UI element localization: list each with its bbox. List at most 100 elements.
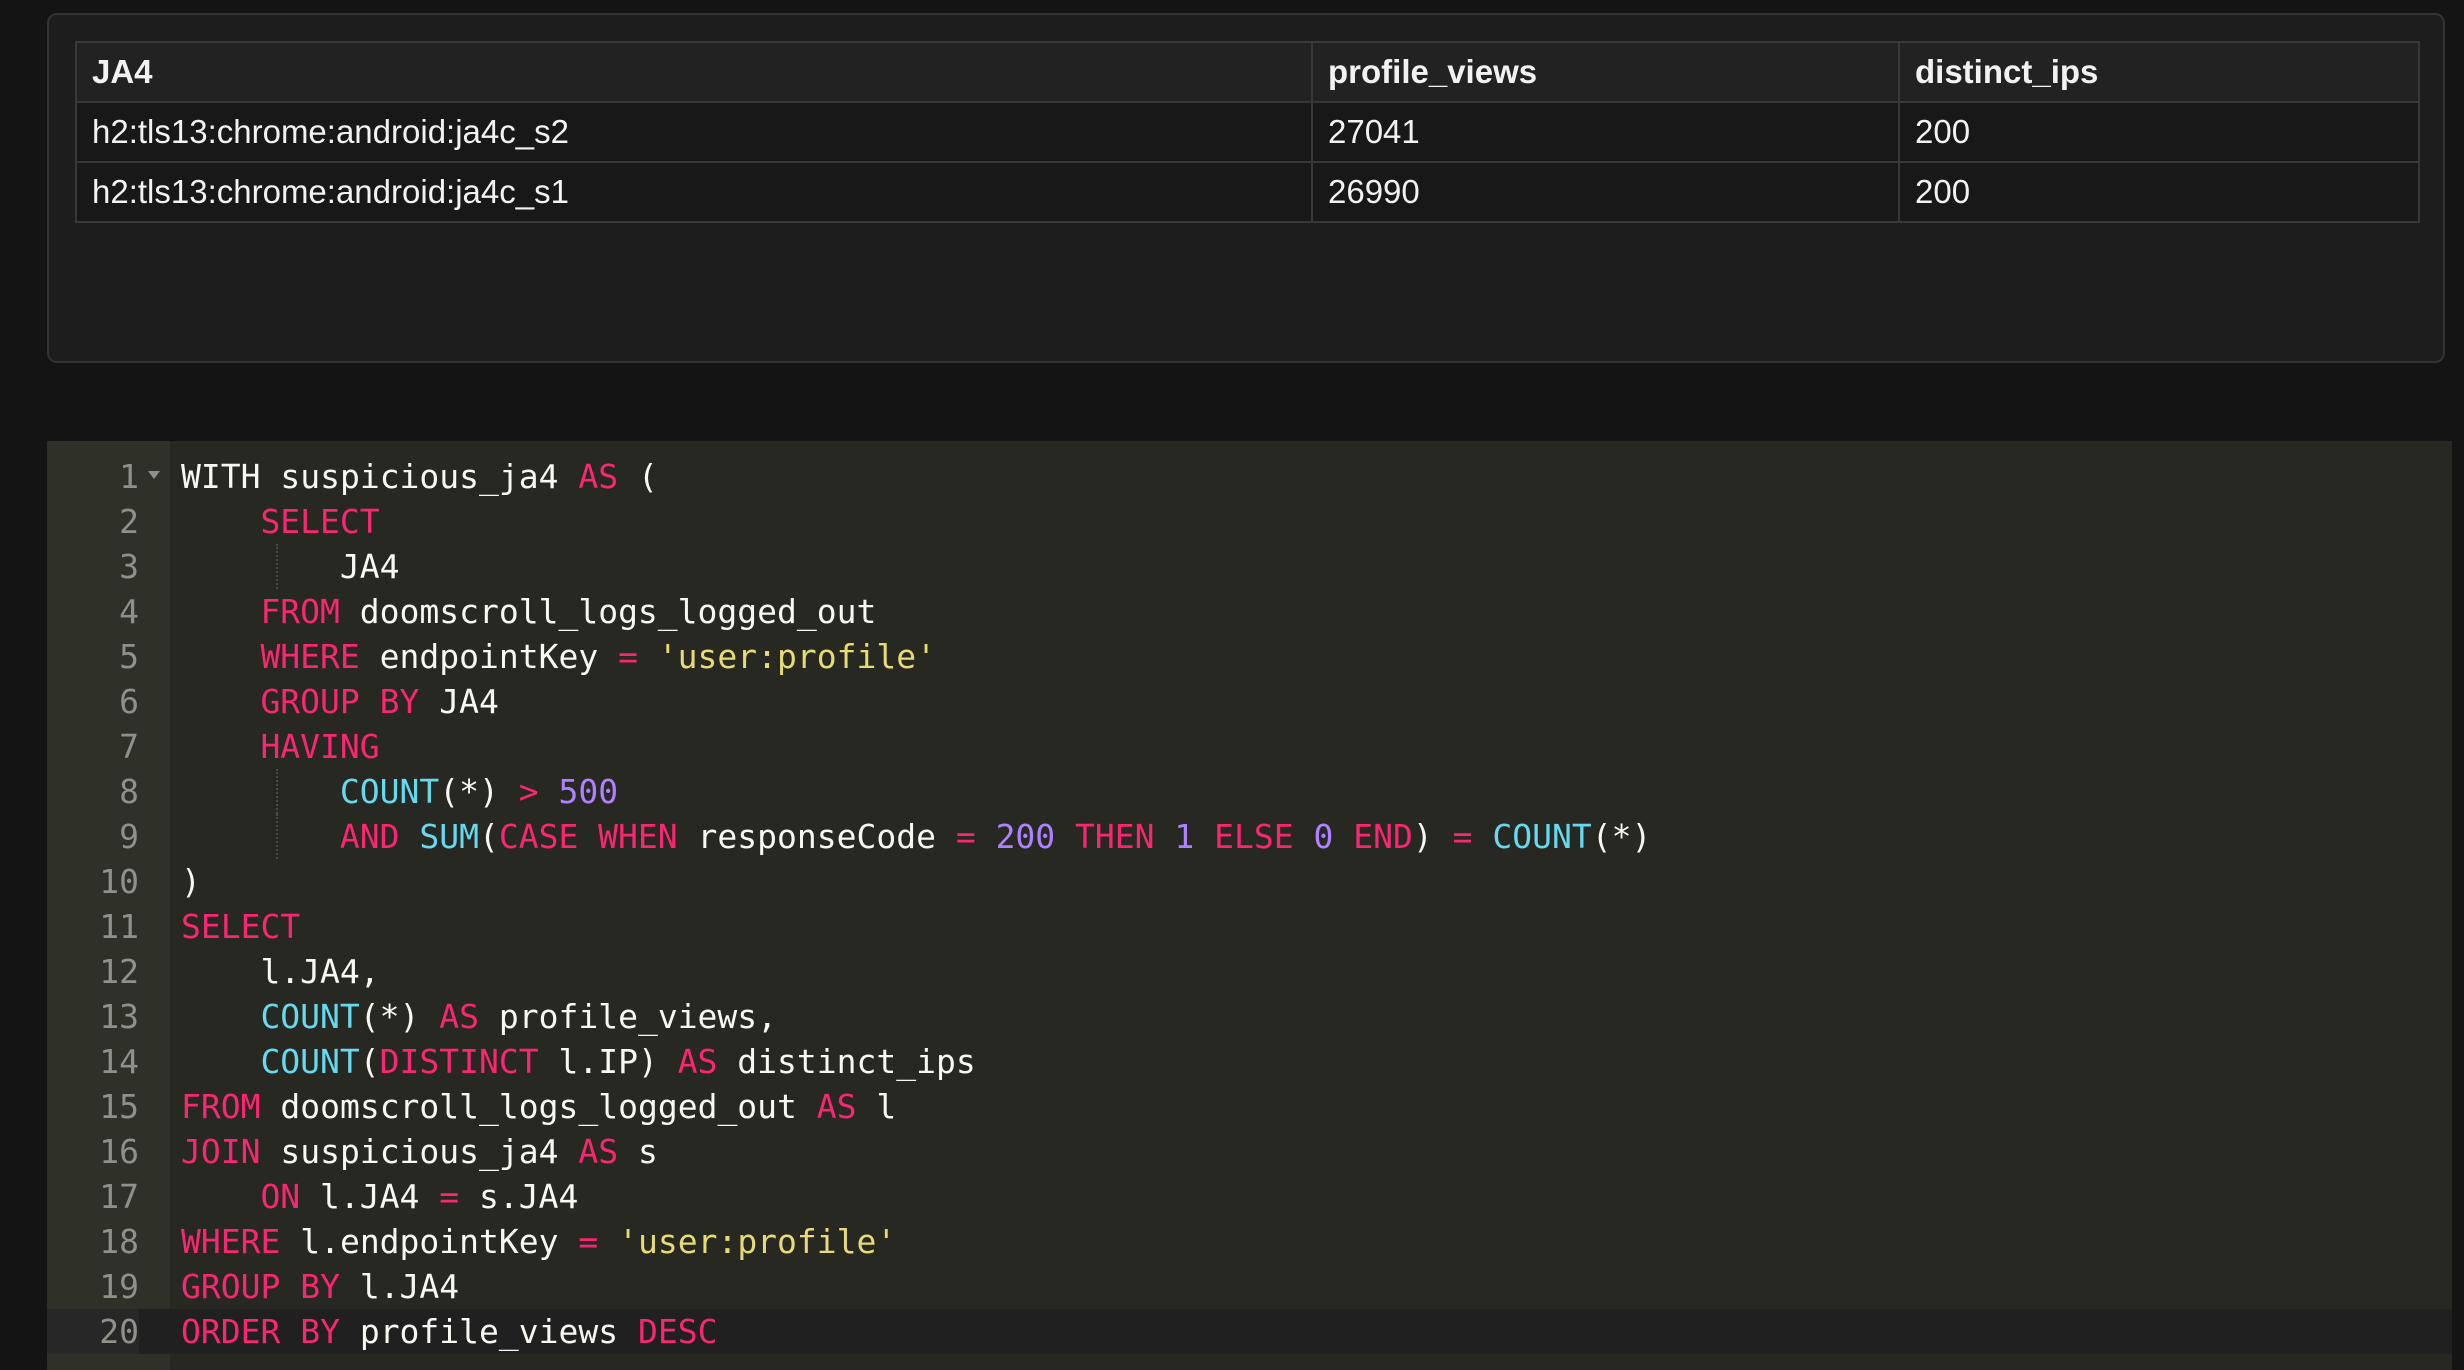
code-line[interactable]: 14 COUNT(DISTINCT l.IP) AS distinct_ips <box>47 1039 2452 1084</box>
code-text: ) <box>181 859 201 904</box>
code-token: ON <box>260 1177 301 1216</box>
code-token: profile_views <box>339 1312 638 1351</box>
code-token: doomscroll_logs_logged_out <box>260 1087 817 1126</box>
results-header-row: JA4 profile_views distinct_ips <box>75 41 2420 103</box>
code-line[interactable]: 3 JA4 <box>47 544 2452 589</box>
code-token: WHERE <box>260 637 360 676</box>
code-token: 'user:profile' <box>618 1222 897 1261</box>
code-line[interactable]: 13 COUNT(*) AS profile_views, <box>47 994 2452 1039</box>
code-token: SELECT <box>181 907 301 946</box>
code-line[interactable]: 4 FROM doomscroll_logs_logged_out <box>47 589 2452 634</box>
code-text: WHERE l.endpointKey = 'user:profile' <box>181 1219 896 1264</box>
code-token: responseCode <box>677 817 956 856</box>
code-token: = <box>618 637 638 676</box>
code-token: COUNT <box>1492 817 1592 856</box>
cell-distinct-ips: 200 <box>1898 161 2420 223</box>
code-text: ON l.JA4 = s.JA4 <box>260 1174 578 1219</box>
line-number: 19 <box>99 1267 139 1306</box>
code-line[interactable]: 19 GROUP BY l.JA4 <box>47 1264 2452 1309</box>
code-text: COUNT(DISTINCT l.IP) AS distinct_ips <box>260 1039 975 1084</box>
code-token: = <box>439 1177 460 1216</box>
code-line[interactable]: 16 JOIN suspicious_ja4 AS s <box>47 1129 2452 1174</box>
code-line[interactable]: 8 COUNT(*) > 500 <box>47 769 2452 814</box>
code-token: suspicious_ja4 <box>260 457 579 496</box>
code-token: 1 <box>1174 817 1195 856</box>
code-line[interactable]: 5 WHERE endpointKey = 'user:profile' <box>47 634 2452 679</box>
code-line[interactable]: 2 SELECT <box>47 499 2452 544</box>
code-line[interactable]: 12 l.JA4, <box>47 949 2452 994</box>
line-number: 11 <box>99 907 139 946</box>
line-number: 14 <box>99 1042 139 1081</box>
line-number: 17 <box>99 1177 139 1216</box>
code-line[interactable]: 7 HAVING <box>47 724 2452 769</box>
code-line[interactable]: 10) <box>47 859 2452 904</box>
code-text: FROM doomscroll_logs_logged_out AS l <box>181 1084 896 1129</box>
column-header-profile-views[interactable]: profile_views <box>1311 41 1900 103</box>
line-number: 1 <box>119 457 139 496</box>
code-token: AS <box>677 1042 718 1081</box>
line-number: 6 <box>119 682 139 721</box>
code-token: profile_views, <box>479 997 778 1036</box>
code-text: SELECT <box>260 499 379 544</box>
code-token: s.JA4 <box>459 1177 579 1216</box>
code-token: AS <box>578 1132 619 1171</box>
column-header-ja4[interactable]: JA4 <box>75 41 1313 103</box>
column-header-distinct-ips[interactable]: distinct_ips <box>1898 41 2420 103</box>
code-token: 0 <box>1313 817 1334 856</box>
code-token: doomscroll_logs_logged_out <box>339 592 877 631</box>
code-text: WHERE endpointKey = 'user:profile' <box>260 634 936 679</box>
code-line[interactable]: 1 WITH suspicious_ja4 AS ( <box>47 454 2452 499</box>
code-line[interactable]: 17 ON l.JA4 = s.JA4 <box>47 1174 2452 1219</box>
code-token: AS <box>439 997 480 1036</box>
code-text: COUNT(*) AS profile_views, <box>260 994 777 1039</box>
fold-toggle-icon[interactable] <box>148 471 160 479</box>
code-token: WHERE <box>181 1222 281 1261</box>
code-line[interactable]: 9 AND SUM(CASE WHEN responseCode = 200 TH… <box>47 814 2452 859</box>
code-token: JOIN <box>181 1132 261 1171</box>
code-token: = <box>955 817 976 856</box>
line-number: 10 <box>99 862 139 901</box>
code-line[interactable]: 6 GROUP BY JA4 <box>47 679 2452 724</box>
code-line[interactable]: 15 FROM doomscroll_logs_logged_out AS l <box>47 1084 2452 1129</box>
line-number: 2 <box>119 502 139 541</box>
code-token: DISTINCT <box>379 1042 539 1081</box>
line-number: 20 <box>47 1309 139 1354</box>
code-token: ) <box>1412 817 1453 856</box>
code-token: ORDER BY <box>181 1312 340 1351</box>
code-text: GROUP BY JA4 <box>260 679 498 724</box>
code-token: 200 <box>995 817 1056 856</box>
code-text: GROUP BY l.JA4 <box>181 1264 459 1309</box>
code-token: GROUP BY <box>181 1267 340 1306</box>
code-text: JOIN suspicious_ja4 AS s <box>181 1129 658 1174</box>
code-line[interactable]: 20 ORDER BY profile_views DESC <box>47 1309 2452 1354</box>
code-text: ORDER BY profile_views DESC <box>181 1309 717 1354</box>
code-token: AS <box>816 1087 857 1126</box>
code-token: AS <box>578 457 619 496</box>
code-text: FROM doomscroll_logs_logged_out <box>260 589 876 634</box>
code-line[interactable]: 18 WHERE l.endpointKey = 'user:profile' <box>47 1219 2452 1264</box>
cell-ja4: h2:tls13:chrome:android:ja4c_s2 <box>75 101 1313 163</box>
page: JA4 profile_views distinct_ips h2:tls13:… <box>0 0 2464 1370</box>
code-line[interactable]: 11 SELECT <box>47 904 2452 949</box>
sql-code-editor[interactable]: 1 WITH suspicious_ja4 AS (2 SELECT 3 JA4 4 FRO… <box>47 441 2452 1370</box>
code-token: 500 <box>558 772 619 811</box>
code-token: JA4 <box>339 547 400 586</box>
code-token: END <box>1353 817 1413 856</box>
code-token: AND <box>339 817 400 856</box>
code-text: WITH suspicious_ja4 AS ( <box>181 454 658 499</box>
code-token: WITH <box>181 457 261 496</box>
code-token: = <box>1452 817 1473 856</box>
line-number: 15 <box>99 1087 139 1126</box>
code-token: (*) <box>1591 817 1652 856</box>
code-token: FROM <box>260 592 340 631</box>
code-token: l.IP) <box>538 1042 678 1081</box>
code-text: l.JA4, <box>260 949 379 994</box>
